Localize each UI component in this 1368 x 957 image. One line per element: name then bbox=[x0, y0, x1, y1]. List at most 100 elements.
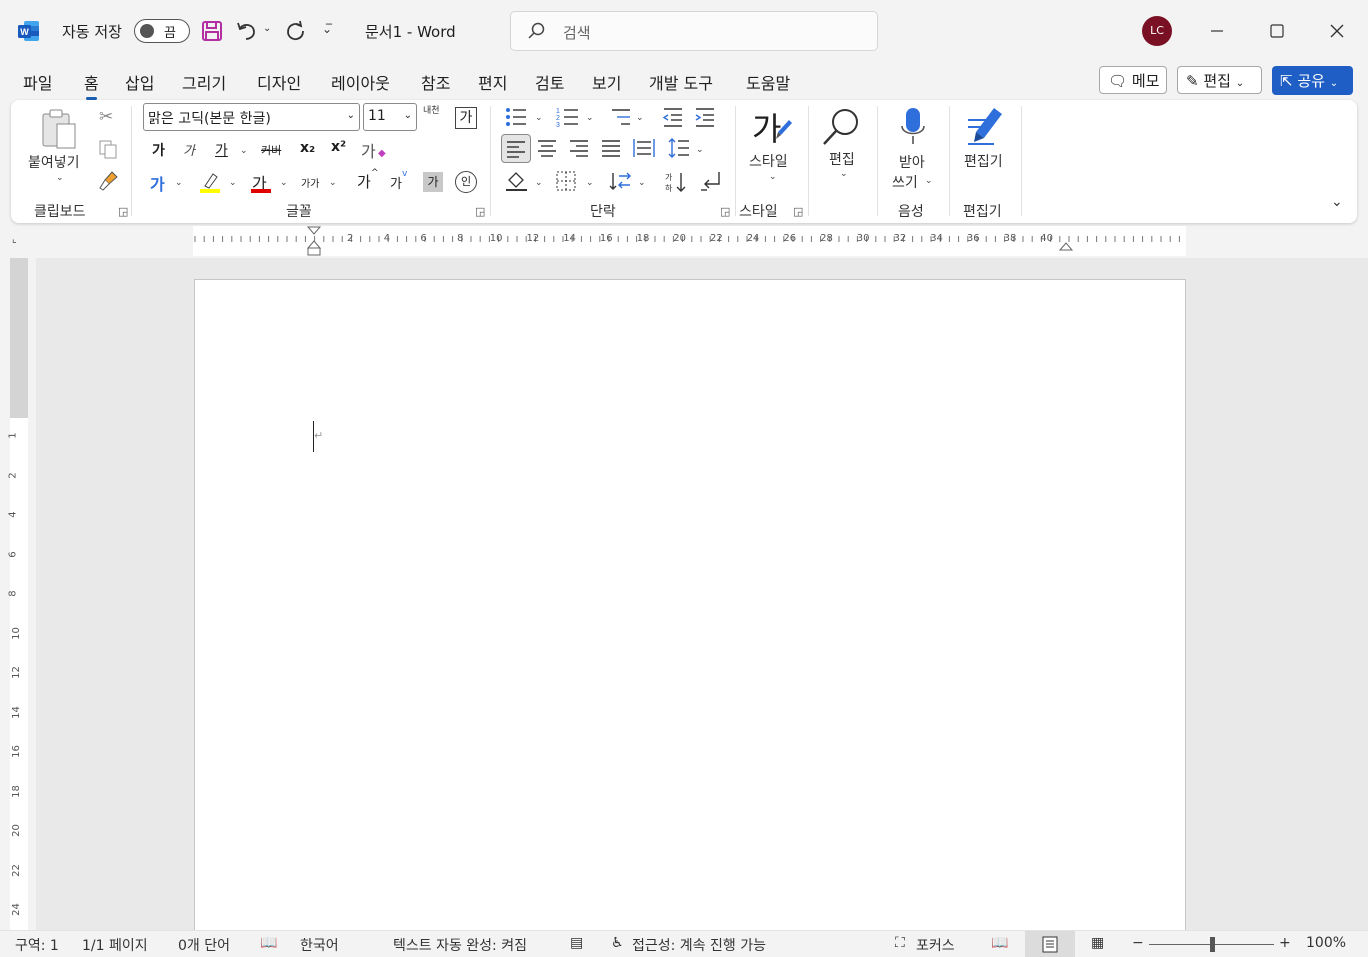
highlighter-icon[interactable] bbox=[199, 170, 221, 194]
paste-icon[interactable] bbox=[39, 108, 83, 150]
save-icon[interactable] bbox=[201, 20, 223, 42]
subscript-button[interactable]: x₂ bbox=[300, 140, 315, 156]
tab-design[interactable]: 디자인 bbox=[257, 70, 301, 94]
editor-icon[interactable] bbox=[964, 106, 1008, 148]
maximize-button[interactable] bbox=[1247, 0, 1307, 62]
zoom-in-icon[interactable]: + bbox=[1279, 935, 1291, 951]
zoom-level[interactable]: 100% bbox=[1306, 935, 1346, 951]
status-section[interactable]: 구역: 1 bbox=[15, 935, 59, 955]
zoom-slider-thumb[interactable] bbox=[1209, 937, 1215, 952]
close-button[interactable] bbox=[1307, 0, 1367, 62]
horizontal-ruler[interactable]: ⌞ 2 4 6 8 10 12 14 16 18 20 22 24 26 28 30 32 34 36 38 40 bbox=[0, 226, 1368, 256]
underline-button[interactable]: 가 bbox=[215, 140, 228, 160]
text-direction-icon[interactable] bbox=[609, 170, 633, 192]
align-left-button[interactable] bbox=[501, 134, 531, 163]
format-painter-icon[interactable] bbox=[97, 170, 119, 192]
microphone-icon[interactable] bbox=[899, 106, 927, 148]
font-color-dropdown-icon[interactable]: ⌄ bbox=[280, 178, 288, 188]
web-layout-icon[interactable]: ▦ bbox=[1091, 935, 1104, 951]
status-accessibility[interactable]: 접근성: 계속 진행 가능 bbox=[632, 935, 766, 955]
status-pages[interactable]: 1/1 페이지 bbox=[82, 935, 148, 955]
distributed-icon[interactable] bbox=[632, 137, 656, 159]
collapse-ribbon-icon[interactable]: ⌄ bbox=[1331, 194, 1343, 210]
paragraph-shading-icon[interactable] bbox=[505, 170, 529, 192]
styles-dropdown-icon[interactable]: ⌄ bbox=[769, 172, 777, 182]
cut-icon[interactable]: ✂ bbox=[99, 107, 113, 127]
shading-dropdown-icon[interactable]: ⌄ bbox=[535, 178, 543, 188]
tab-mailings[interactable]: 편지 bbox=[478, 70, 507, 94]
dictate-dropdown-icon[interactable]: ⌄ bbox=[925, 176, 933, 186]
enclose-chars-button[interactable]: 인 bbox=[455, 171, 477, 193]
numbering-icon[interactable]: 1 2 3 bbox=[556, 106, 580, 128]
memo-button[interactable]: 🗨 메모 bbox=[1099, 66, 1167, 94]
undo-icon[interactable] bbox=[235, 19, 259, 43]
bullets-icon[interactable] bbox=[504, 106, 528, 128]
autosave-toggle[interactable]: 끔 bbox=[134, 19, 190, 43]
phonetic-guide-icon[interactable]: 내천 bbox=[423, 106, 440, 116]
text-effect-dropdown-icon[interactable]: ⌄ bbox=[175, 178, 183, 188]
bold-button[interactable]: 가 bbox=[152, 140, 165, 160]
dictate-label-1[interactable]: 받아 bbox=[899, 152, 925, 172]
font-size-combo[interactable]: 11 ⌄ bbox=[363, 103, 417, 131]
user-avatar[interactable]: LC bbox=[1142, 16, 1172, 46]
paragraph-launcher-icon[interactable]: ◲ bbox=[720, 205, 730, 218]
zoom-out-icon[interactable]: − bbox=[1132, 935, 1144, 951]
shrink-font-button[interactable]: 가 bbox=[390, 173, 402, 192]
char-scale-dropdown-icon[interactable]: ⌄ bbox=[329, 178, 337, 188]
paste-label[interactable]: 붙여넣기 bbox=[28, 152, 80, 172]
align-right-icon[interactable] bbox=[569, 138, 589, 158]
status-autocomplete[interactable]: 텍스트 자동 완성: 켜짐 bbox=[393, 935, 527, 955]
numbering-dropdown-icon[interactable]: ⌄ bbox=[586, 113, 594, 123]
text-direction-dropdown-icon[interactable]: ⌄ bbox=[638, 178, 646, 188]
bullets-dropdown-icon[interactable]: ⌄ bbox=[535, 113, 543, 123]
document-page[interactable] bbox=[194, 279, 1186, 939]
sort-icon[interactable]: 가 하 bbox=[664, 170, 688, 194]
text-effect-button[interactable]: 가 bbox=[150, 171, 165, 195]
share-button[interactable]: ⇱ 공유 ⌄ bbox=[1272, 66, 1353, 95]
proofing-book-icon[interactable]: 📖 bbox=[260, 935, 277, 951]
paste-dropdown-icon[interactable]: ⌄ bbox=[56, 173, 64, 183]
underline-dropdown-icon[interactable]: ⌄ bbox=[240, 146, 248, 156]
editor-button-label[interactable]: 편집기 bbox=[964, 151, 1003, 171]
tab-view[interactable]: 보기 bbox=[592, 70, 621, 94]
increase-indent-icon[interactable] bbox=[694, 106, 716, 128]
vertical-ruler[interactable]: 1 2 4 6 8 10 12 14 16 18 20 22 24 bbox=[0, 258, 34, 930]
indent-marker-icon[interactable] bbox=[306, 226, 322, 256]
print-layout-button[interactable] bbox=[1025, 931, 1075, 957]
clipboard-launcher-icon[interactable]: ◲ bbox=[118, 205, 128, 218]
editing-button-label[interactable]: 편집 bbox=[829, 149, 855, 169]
grow-font-button[interactable]: 가 bbox=[357, 171, 371, 192]
status-words[interactable]: 0개 단어 bbox=[178, 935, 230, 955]
multilevel-list-icon[interactable] bbox=[608, 106, 632, 128]
borders-icon[interactable] bbox=[555, 170, 577, 192]
tab-references[interactable]: 참조 bbox=[421, 70, 450, 94]
read-mode-icon[interactable]: 📖 bbox=[991, 935, 1008, 951]
status-focus[interactable]: 포커스 bbox=[916, 935, 955, 955]
char-scale-button[interactable]: 가가 bbox=[301, 175, 319, 190]
tab-insert[interactable]: 삽입 bbox=[125, 70, 154, 94]
decrease-indent-icon[interactable] bbox=[662, 106, 684, 128]
char-shading-button[interactable]: 가 bbox=[423, 172, 443, 192]
italic-button[interactable]: 가 bbox=[183, 140, 195, 159]
show-formatting-icon[interactable] bbox=[699, 170, 723, 192]
justify-icon[interactable] bbox=[601, 138, 621, 158]
superscript-button[interactable]: x² bbox=[331, 139, 346, 155]
line-spacing-icon[interactable] bbox=[668, 137, 690, 159]
tab-file[interactable]: 파일 bbox=[23, 70, 52, 94]
tab-draw[interactable]: 그리기 bbox=[182, 70, 226, 94]
minimize-button[interactable] bbox=[1187, 0, 1247, 62]
font-launcher-icon[interactable]: ◲ bbox=[475, 205, 485, 218]
accessibility-icon[interactable]: ♿ bbox=[611, 935, 624, 951]
tab-layout[interactable]: 레이아웃 bbox=[331, 70, 390, 94]
tab-review[interactable]: 검토 bbox=[535, 70, 564, 94]
track-changes-icon[interactable]: ▤ bbox=[570, 935, 583, 951]
redo-icon[interactable] bbox=[283, 19, 307, 43]
tab-help[interactable]: 도움말 bbox=[746, 70, 790, 94]
font-name-combo[interactable]: 맑은 고딕(본문 한글) ⌄ bbox=[143, 103, 360, 131]
char-border-icon[interactable]: 가 bbox=[455, 107, 477, 129]
styles-button-label[interactable]: 스타일 bbox=[749, 151, 788, 171]
search-box[interactable]: 검색 bbox=[510, 11, 878, 51]
copy-icon[interactable] bbox=[98, 139, 118, 159]
borders-dropdown-icon[interactable]: ⌄ bbox=[586, 178, 594, 188]
multilevel-dropdown-icon[interactable]: ⌄ bbox=[636, 113, 644, 123]
